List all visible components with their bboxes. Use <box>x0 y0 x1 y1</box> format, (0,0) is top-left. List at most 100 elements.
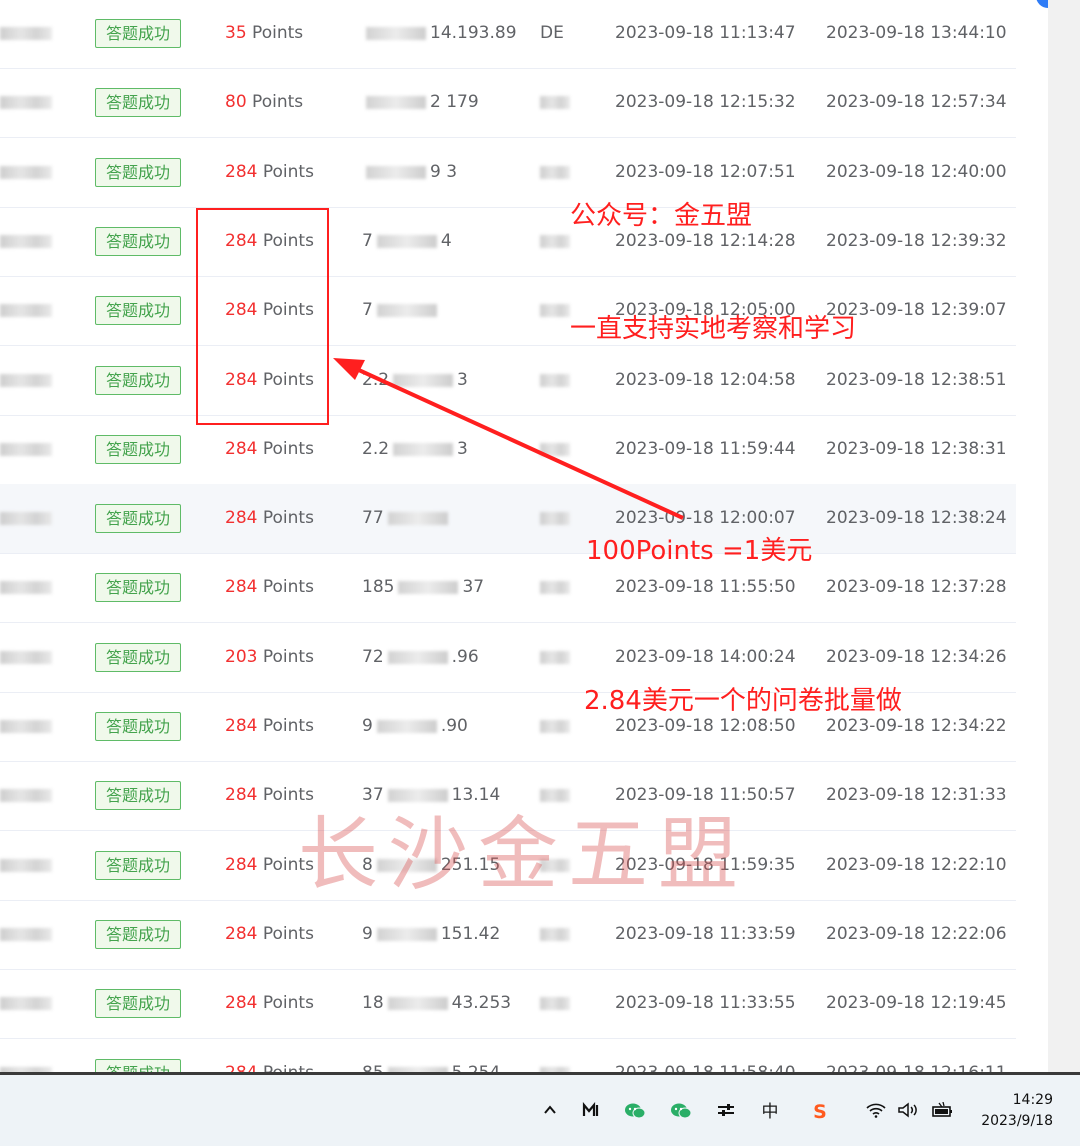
table-row: 答题成功 284 Points 185 37 2023-09-18 11:55:50 20… <box>0 553 1016 623</box>
redacted-block <box>0 304 52 317</box>
redacted-block <box>0 581 52 594</box>
user-cell <box>0 900 52 969</box>
country-cell <box>540 1039 580 1072</box>
ip-suffix: 14.193.89 <box>430 23 517 43</box>
ip-cell: 74 <box>362 207 512 276</box>
points-unit: Points <box>246 92 304 112</box>
status-badge: 答题成功 <box>95 158 181 187</box>
redacted-block <box>540 581 570 594</box>
redacted-block <box>393 373 454 387</box>
redacted-block <box>0 789 52 802</box>
redacted-block <box>387 511 448 525</box>
points-value: 284 <box>225 855 258 875</box>
annotation-support: 一直支持实地考察和学习 <box>570 314 857 344</box>
ip-prefix: 185 <box>362 577 395 597</box>
scrollbar[interactable] <box>1048 0 1080 1072</box>
user-cell <box>0 553 52 622</box>
redacted-block <box>0 859 52 872</box>
ip-cell: 2 179 <box>362 68 512 137</box>
redacted-block <box>540 720 570 733</box>
ip-prefix: 9 <box>362 716 373 736</box>
status-badge: 答题成功 <box>95 781 181 810</box>
status-badge: 答题成功 <box>95 712 181 741</box>
ip-cell: 2.2 3 <box>362 346 512 415</box>
redacted-block <box>376 719 437 733</box>
wifi-icon[interactable] <box>864 1102 888 1122</box>
redacted-block <box>540 443 570 456</box>
status-badge: 答题成功 <box>95 227 181 256</box>
status-badge: 答题成功 <box>95 643 181 672</box>
redacted-block <box>0 27 52 40</box>
media-icon[interactable] <box>580 1101 604 1122</box>
points-unit: Points <box>257 647 314 667</box>
redacted-block <box>540 96 570 109</box>
redacted-block <box>387 650 448 664</box>
points-cell: 203 Points <box>225 623 335 692</box>
end-time-cell: 2023-09-18 12:31:33 <box>826 785 1007 805</box>
system-clock[interactable]: 14:29 2023/9/18 <box>981 1090 1053 1132</box>
points-value: 80 <box>225 92 247 112</box>
table-row: 答题成功 284 Points 2.2 3 2023-09-18 11:59:44 202… <box>0 415 1016 485</box>
wechat-icon[interactable] <box>623 1102 647 1122</box>
user-cell <box>0 68 52 137</box>
points-cell: 80 Points <box>225 68 335 137</box>
ip-prefix: 7 <box>362 300 373 320</box>
end-time-cell: 2023-09-18 12:39:32 <box>826 231 1007 251</box>
ip-suffix: 4 <box>440 231 452 251</box>
ip-prefix: 85 <box>362 1063 384 1072</box>
points-unit: Points <box>257 716 314 736</box>
ip-suffix: 43.253 <box>451 993 512 1013</box>
user-cell <box>0 415 52 484</box>
chevron-up-icon[interactable] <box>540 1102 560 1122</box>
end-time-cell: 2023-09-18 12:37:28 <box>826 577 1007 597</box>
end-time-cell: 2023-09-18 12:34:26 <box>826 647 1007 667</box>
country-cell <box>540 415 580 484</box>
redacted-block <box>0 235 52 248</box>
volume-icon[interactable] <box>896 1102 920 1122</box>
redacted-block <box>540 651 570 664</box>
table-row: 答题成功 284 Points 85 5.254 2023-09-18 11:58:40… <box>0 1039 1016 1072</box>
end-time-cell: 2023-09-18 12:40:00 <box>826 162 1007 182</box>
country-cell <box>540 553 580 622</box>
points-unit: Points <box>246 23 304 43</box>
end-time-cell: 2023-09-18 12:38:31 <box>826 439 1007 459</box>
battery-icon[interactable] <box>930 1101 956 1122</box>
ip-prefix: 2.2 <box>362 439 390 459</box>
ip-suffix: 5.254 <box>452 1063 501 1072</box>
redacted-block <box>366 95 426 109</box>
end-time-cell: 2023-09-18 12:22:10 <box>826 855 1007 875</box>
points-cell: 284 Points <box>225 138 335 207</box>
redacted-block <box>540 304 570 317</box>
start-time-cell: 2023-09-18 11:33:59 <box>615 924 796 944</box>
redacted-block <box>540 789 570 802</box>
user-cell <box>0 484 52 553</box>
status-badge: 答题成功 <box>95 1059 181 1072</box>
redacted-block <box>0 997 52 1010</box>
redacted-block <box>540 997 570 1010</box>
clock-date: 2023/9/18 <box>981 1113 1053 1129</box>
points-value: 284 <box>225 785 258 805</box>
user-cell <box>0 0 52 68</box>
sogou-icon[interactable]: S <box>808 1102 832 1122</box>
watermark-text: 长沙金五盟 <box>298 808 748 901</box>
ime-zhong-icon[interactable]: 中 <box>758 1102 782 1122</box>
windows-taskbar: 中 S 14:29 2023/9/18 <box>0 1072 1080 1146</box>
ip-cell: 85 5.254 <box>362 1039 512 1072</box>
status-badge: 答题成功 <box>95 989 181 1018</box>
redacted-block <box>366 26 426 40</box>
wechat-icon[interactable] <box>669 1102 693 1122</box>
user-cell <box>0 831 52 900</box>
ip-cell: 9 3 <box>362 138 512 207</box>
settings-icon[interactable] <box>714 1102 738 1122</box>
ip-cell: 18 43.253 <box>362 969 512 1038</box>
points-cell: 284 Points <box>225 553 335 622</box>
ip-prefix: 37 <box>362 785 384 805</box>
ip-suffix: 13.14 <box>451 785 501 805</box>
points-cell: 284 Points <box>225 900 335 969</box>
end-time-cell: 2023-09-18 12:22:06 <box>826 924 1007 944</box>
end-time-cell: 2023-09-18 12:38:51 <box>826 370 1007 390</box>
status-badge: 答题成功 <box>95 88 181 117</box>
points-value: 284 <box>225 508 258 528</box>
status-badge: 答题成功 <box>95 504 181 533</box>
records-viewport: 答题成功 35 Points 14.193.89 DE 2023-09-18 11:13… <box>0 0 1080 1072</box>
